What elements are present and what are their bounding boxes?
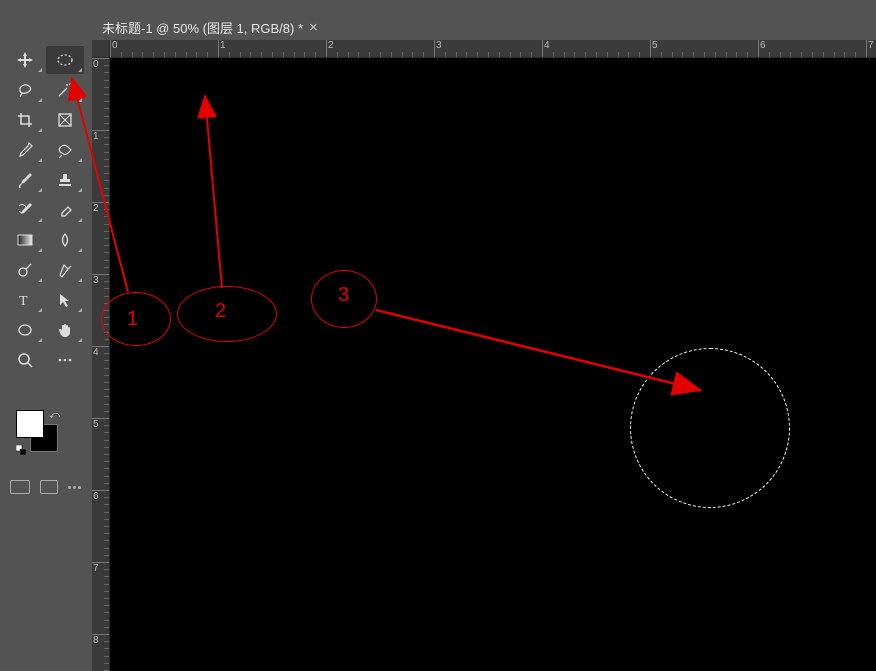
shape-tool[interactable]: [6, 316, 44, 344]
marquee-tool[interactable]: [46, 46, 84, 74]
elliptical-selection[interactable]: [630, 348, 790, 508]
annotation-label-1: 1: [127, 308, 138, 331]
zoom-tool[interactable]: [6, 346, 44, 374]
history-brush-tool[interactable]: [6, 196, 44, 224]
ruler-origin[interactable]: [92, 40, 110, 58]
document-tab-title: 未标题-1 @ 50% (图层 1, RGB/8) *: [102, 18, 303, 37]
type-tool[interactable]: T: [6, 286, 44, 314]
eyedropper-tool[interactable]: [6, 136, 44, 164]
document-tab-bar: 未标题-1 @ 50% (图层 1, RGB/8) * ×: [92, 14, 876, 40]
more-icon[interactable]: [68, 486, 81, 489]
dodge-tool[interactable]: [6, 256, 44, 284]
tools-panel: T ⤺: [0, 40, 92, 671]
blur-tool[interactable]: [46, 226, 84, 254]
hand-tool[interactable]: [46, 316, 84, 344]
close-icon[interactable]: ×: [309, 19, 318, 36]
quick-mask-icon[interactable]: [10, 480, 30, 494]
vertical-ruler[interactable]: 012345678: [92, 58, 110, 671]
color-swatches[interactable]: ⤺: [16, 410, 60, 454]
annotation-label-3: 3: [338, 284, 349, 307]
swap-colors-icon[interactable]: ⤺: [49, 410, 60, 421]
annotation-circle-2: [177, 286, 277, 342]
annotation-label-2: 2: [215, 300, 226, 323]
gradient-tool[interactable]: [6, 226, 44, 254]
canvas[interactable]: [110, 58, 876, 671]
eraser-tool[interactable]: [46, 196, 84, 224]
move-tool[interactable]: [6, 46, 44, 74]
fg-color-swatch[interactable]: [16, 410, 44, 438]
edit-toolbar[interactable]: [46, 346, 84, 374]
default-colors-icon[interactable]: [16, 444, 26, 454]
frame-tool[interactable]: [46, 106, 84, 134]
screen-mode-row: [10, 480, 81, 494]
heal-tool[interactable]: [46, 136, 84, 164]
screen-mode-icon[interactable]: [40, 480, 58, 494]
crop-tool[interactable]: [6, 106, 44, 134]
stamp-tool[interactable]: [46, 166, 84, 194]
brush-tool[interactable]: [6, 166, 44, 194]
document-tab[interactable]: 未标题-1 @ 50% (图层 1, RGB/8) * ×: [92, 14, 328, 41]
horizontal-ruler[interactable]: 012345678910: [110, 40, 876, 58]
pen-tool[interactable]: [46, 256, 84, 284]
svg-text:T: T: [19, 294, 28, 309]
lasso-tool[interactable]: [6, 76, 44, 104]
canvas-area: 012345678910 012345678: [92, 40, 876, 671]
path-select-tool[interactable]: [46, 286, 84, 314]
quick-select-tool[interactable]: [46, 76, 84, 104]
